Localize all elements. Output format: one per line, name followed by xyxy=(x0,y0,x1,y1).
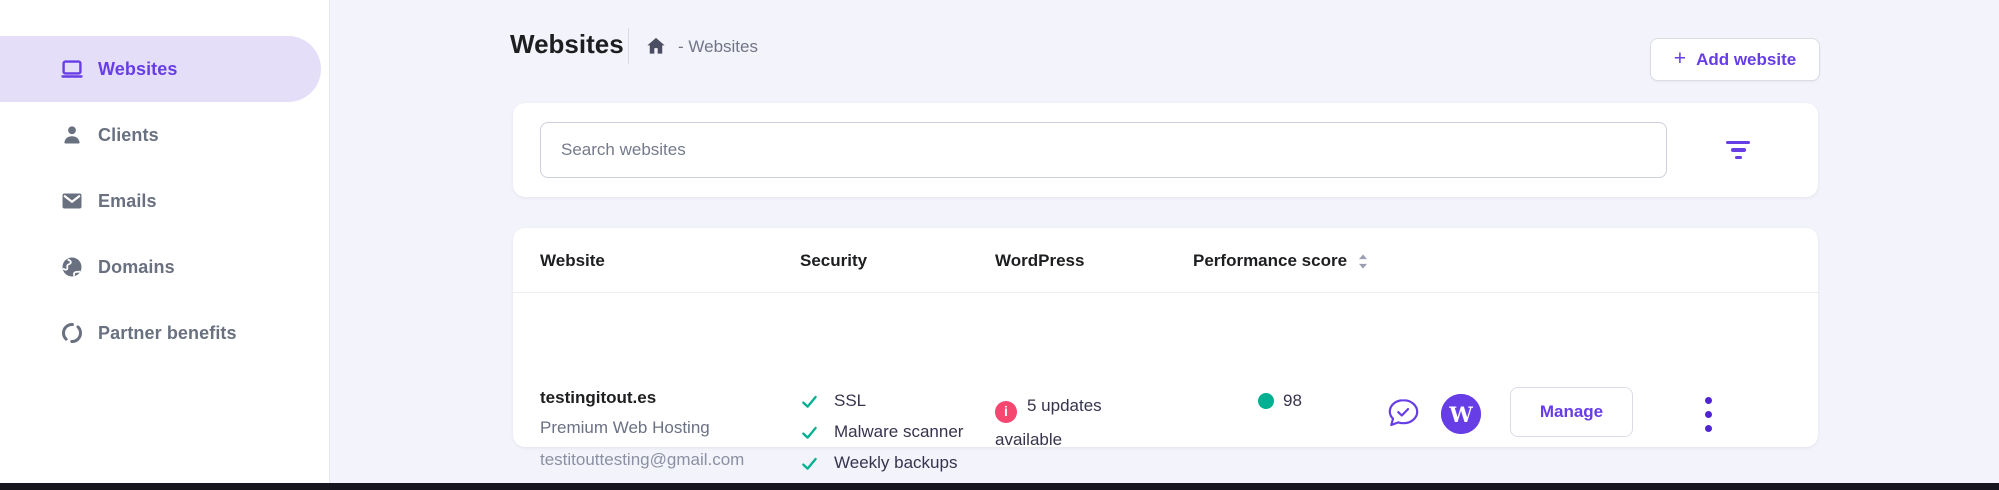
security-item-label: Malware scanner xyxy=(834,422,963,442)
table-row[interactable]: testingitout.es Premium Web Hosting test… xyxy=(513,293,1818,447)
sidebar-item-partner-benefits[interactable]: Partner benefits xyxy=(0,300,321,366)
bottom-bar xyxy=(0,483,1999,490)
sidebar-item-label: Domains xyxy=(98,257,175,278)
header-divider xyxy=(628,28,629,64)
security-item: Malware scanner xyxy=(800,421,963,443)
laptop-icon xyxy=(60,57,84,81)
user-icon xyxy=(60,123,84,147)
sidebar-item-websites[interactable]: Websites xyxy=(0,36,321,102)
info-icon: i xyxy=(995,401,1017,423)
status-dot xyxy=(1258,393,1274,409)
circle-arc-icon xyxy=(60,321,84,345)
kebab-menu-icon[interactable] xyxy=(1694,388,1722,440)
sidebar: Websites Clients Emails Domains Partner … xyxy=(0,0,330,483)
search-card xyxy=(513,103,1818,197)
column-header-wordpress: WordPress xyxy=(995,251,1084,271)
table-header-row: Website Security WordPress Performance s… xyxy=(513,228,1818,293)
wordpress-icon[interactable]: W xyxy=(1441,394,1481,434)
sort-icon[interactable] xyxy=(1357,253,1369,270)
check-icon xyxy=(800,423,819,442)
filter-icon xyxy=(1726,141,1750,160)
performance-score-cell: 98 xyxy=(1258,391,1302,411)
sidebar-item-clients[interactable]: Clients xyxy=(0,102,321,168)
performance-score-label: Performance score xyxy=(1193,251,1347,271)
sidebar-item-label: Websites xyxy=(98,59,178,80)
sidebar-item-domains[interactable]: Domains xyxy=(0,234,321,300)
column-header-performance-score: Performance score xyxy=(1193,251,1369,271)
breadcrumb: - Websites xyxy=(678,37,758,57)
filter-button[interactable] xyxy=(1710,122,1766,178)
add-website-label: Add website xyxy=(1696,50,1796,70)
website-plan: Premium Web Hosting xyxy=(540,418,744,438)
manage-button[interactable]: Manage xyxy=(1510,387,1633,437)
security-item: Weekly backups xyxy=(800,452,963,474)
wordpress-logo-letter: W xyxy=(1441,394,1481,434)
sidebar-item-label: Partner benefits xyxy=(98,323,237,344)
security-item-label: SSL xyxy=(834,391,866,411)
website-email: testitouttesting@gmail.com xyxy=(540,450,744,470)
websites-table: Website Security WordPress Performance s… xyxy=(513,228,1818,447)
home-icon[interactable] xyxy=(645,35,667,57)
website-domain: testingitout.es xyxy=(540,388,744,408)
chat-check-icon[interactable] xyxy=(1385,397,1421,431)
security-item: SSL xyxy=(800,390,963,412)
security-cell: SSL Malware scanner Weekly backups xyxy=(800,390,963,474)
sidebar-item-label: Emails xyxy=(98,191,157,212)
wordpress-cell: i5 updates available xyxy=(995,389,1145,456)
sidebar-item-emails[interactable]: Emails xyxy=(0,168,321,234)
column-header-website: Website xyxy=(540,251,605,271)
globe-icon xyxy=(60,255,84,279)
performance-score-value: 98 xyxy=(1283,391,1302,411)
search-input[interactable] xyxy=(540,122,1667,178)
sidebar-item-label: Clients xyxy=(98,125,159,146)
check-icon xyxy=(800,392,819,411)
page-title: Websites xyxy=(510,29,624,60)
app-window: Websites Clients Emails Domains Partner … xyxy=(0,0,1999,490)
check-icon xyxy=(800,454,819,473)
security-item-label: Weekly backups xyxy=(834,453,957,473)
envelope-icon xyxy=(60,189,84,213)
add-website-button[interactable]: + Add website xyxy=(1650,38,1820,81)
column-header-security: Security xyxy=(800,251,867,271)
website-cell: testingitout.es Premium Web Hosting test… xyxy=(540,388,744,470)
plus-icon: + xyxy=(1674,48,1686,69)
